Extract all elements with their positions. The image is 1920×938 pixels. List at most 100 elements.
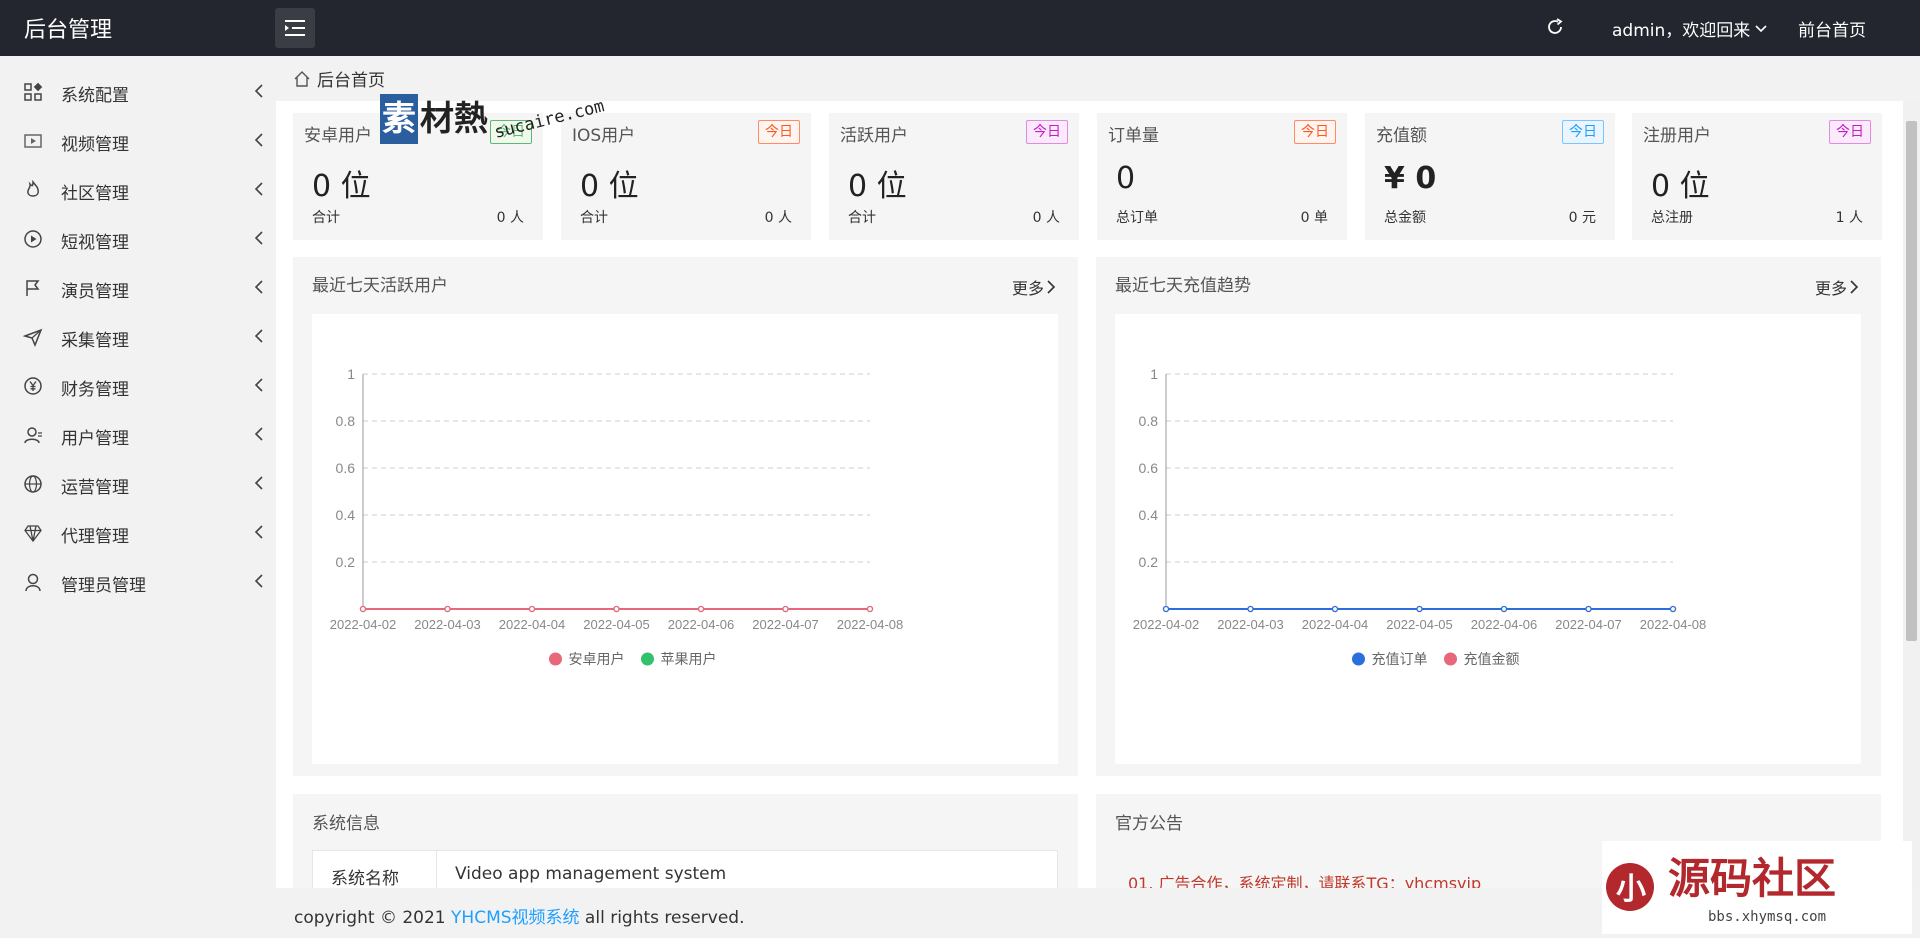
grid-icon [22,81,44,103]
stat-value: 0 位 [580,169,639,204]
chevron-right-icon [1850,280,1859,294]
sidebar-item-short-video[interactable]: 短视管理 [0,215,275,264]
chevron-left-icon [252,425,266,443]
sidebar: 系统配置 视频管理 社区管理 短视管理 演员管理 采集管理 财务管理 用户管理 … [0,56,275,938]
fire-icon [22,179,44,201]
sidebar-item-operations[interactable]: 运营管理 [0,460,275,509]
front-home-link[interactable]: 前台首页 [1798,16,1866,41]
chevron-left-icon [252,82,266,100]
menu-toggle-button[interactable] [275,8,315,48]
data-point [1585,605,1592,613]
stat-right-value: 0 人 [1032,210,1060,226]
data-point [444,605,451,613]
announcement-item[interactable]: 01. 广告合作，系统定制，请联系TG：yhcmsvip [1128,870,1481,888]
stat-left-label: 合计 [580,210,608,226]
sidebar-item-video[interactable]: 视频管理 [0,117,275,166]
sidebar-item-system-config[interactable]: 系统配置 [0,68,275,117]
yen-icon [22,375,44,397]
stat-title: 充值额 [1376,126,1427,146]
sidebar-item-users[interactable]: 用户管理 [0,411,275,460]
y-tick-label: 0.8 [336,413,356,429]
x-tick-label: 2022-04-07 [752,617,819,632]
stat-title: 订单量 [1108,126,1159,146]
user-card-icon [22,424,44,446]
chart-card-active-users: 最近七天活跃用户 更多 1 0.8 0.6 0.4 0.2 2022-04-02 2022-… [293,257,1078,776]
x-tick-label: 2022-04-05 [1386,617,1453,632]
chevron-left-icon [252,131,266,149]
chevron-left-icon [252,327,266,345]
user-menu[interactable]: admin，欢迎回来 [1612,16,1768,41]
user-greeting: admin，欢迎回来 [1612,21,1751,41]
scrollbar-thumb[interactable] [1906,121,1917,641]
breadcrumb-home-tab[interactable]: 后台首页 [317,66,385,91]
y-tick-label: 0.6 [1139,460,1159,476]
stat-right-value: 0 单 [1300,210,1328,226]
sidebar-item-actors[interactable]: 演员管理 [0,264,275,313]
x-tick-label: 2022-04-07 [1555,617,1622,632]
sidebar-item-label: 视频管理 [61,135,129,155]
sidebar-item-admins[interactable]: 管理员管理 [0,558,275,607]
sidebar-item-finance[interactable]: 财务管理 [0,362,275,411]
scrollbar[interactable] [1903,101,1920,888]
copyright-suffix: all rights reserved. [579,908,745,928]
stat-left-label: 总注册 [1651,210,1693,226]
sidebar-item-label: 代理管理 [61,527,129,547]
copyright-text: copyright © 2021 YHCMS视频系统 all rights re… [294,903,745,928]
data-point [613,605,620,613]
more-label: 更多 [1814,279,1847,298]
more-label: 更多 [1011,279,1044,298]
watermark-source-community: 小 源码社区 bbs.xhymsq.com [1602,841,1912,934]
x-tick-label: 2022-04-08 [1640,617,1707,632]
data-point [1247,605,1254,613]
diamond-icon [22,522,44,544]
legend-marker [549,652,562,666]
chart-area: 1 0.8 0.6 0.4 0.2 2022-04-02 2022-04-03 2022-04… [312,314,1058,764]
x-tick-label: 2022-04-04 [1302,617,1369,632]
video-icon [22,130,44,152]
chart-card-recharge-trend: 最近七天充值趋势 更多 1 0.8 0.6 0.4 0.2 2022-04-02 2022-… [1096,257,1881,776]
watermark-char: 素 [382,99,416,139]
refresh-button[interactable] [1542,14,1568,40]
sidebar-item-label: 演员管理 [61,282,129,302]
today-badge: 今日 [1294,120,1336,144]
sidebar-item-agents[interactable]: 代理管理 [0,509,275,558]
more-link[interactable]: 更多 [1815,275,1859,299]
sidebar-item-label: 管理员管理 [61,576,146,596]
stat-right-value: 1 人 [1835,210,1863,226]
sidebar-item-label: 运营管理 [61,478,129,498]
stat-left-label: 总金额 [1384,210,1426,226]
yhcms-link[interactable]: YHCMS视频系统 [451,908,580,928]
stat-left-label: 合计 [312,210,340,226]
system-info-card: 系统信息 系统名称 Video app management system [293,794,1078,888]
stat-card-orders: 订单量 今日 0 总订单 0 单 [1097,113,1347,240]
stat-value: 0 [1116,161,1136,196]
sidebar-item-label: 采集管理 [61,331,129,351]
stat-card-recharge: 充值额 今日 ¥ 0 总金额 0 元 [1365,113,1615,240]
data-point [1162,605,1170,613]
chevron-left-icon [252,572,266,590]
legend-marker [1352,652,1365,666]
y-tick-label: 0.8 [1139,413,1159,429]
table-row: 系统名称 Video app management system [313,851,1057,888]
watermark-url: sucaire.com [492,96,606,143]
chart-title: 最近七天活跃用户 [312,276,448,296]
today-badge: 今日 [758,120,800,144]
data-point [782,605,789,613]
x-tick-label: 2022-04-02 [1133,617,1200,632]
y-tick-label: 0.4 [336,507,356,523]
more-link[interactable]: 更多 [1012,275,1056,299]
flag-icon [22,277,44,299]
chevron-left-icon [252,229,266,247]
sidebar-item-community[interactable]: 社区管理 [0,166,275,215]
brand-title: 后台管理 [24,18,113,43]
refresh-icon [1548,18,1563,34]
stat-left-label: 总订单 [1116,210,1158,226]
y-tick-label: 0.6 [336,460,356,476]
stat-value: 0 位 [312,169,371,204]
sidebar-item-collect[interactable]: 采集管理 [0,313,275,362]
stat-right-value: 0 元 [1568,210,1596,226]
line-chart: 1 0.8 0.6 0.4 0.2 2022-04-02 2022-04-03 2022-04… [330,366,904,667]
y-tick-label: 0.2 [336,554,356,570]
system-name-value: Video app management system [455,864,727,884]
system-info-table: 系统名称 Video app management system [312,850,1058,888]
